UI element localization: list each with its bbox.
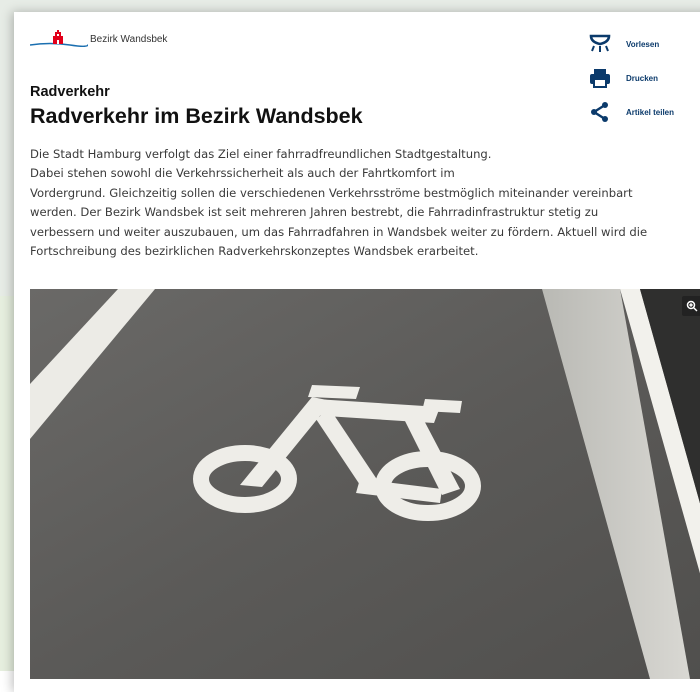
read-aloud-label: Vorlesen: [626, 39, 660, 49]
paragraph-line: Vordergrund. Gleichzeitig sollen die ver…: [30, 185, 633, 200]
bike-lane-photo: [30, 289, 700, 679]
paragraph-line: Fortschreibung des bezirklichen Radverke…: [30, 243, 479, 258]
read-aloud-button[interactable]: Vorlesen: [588, 34, 674, 54]
paragraph-line: Die Stadt Hamburg verfolgt das Ziel eine…: [30, 147, 492, 161]
print-button[interactable]: Drucken: [588, 68, 674, 88]
paragraph-line: verbessern und weiter auszubauen, um das…: [30, 224, 648, 239]
district-logo[interactable]: Bezirk Wandsbek: [30, 30, 167, 48]
article-image[interactable]: [30, 289, 700, 679]
article-actions: Vorlesen Drucken Artikel teilen: [588, 34, 674, 136]
share-button[interactable]: Artikel teilen: [588, 102, 674, 122]
page-background-top: [0, 0, 700, 12]
paragraph-line: Dabei stehen sowohl die Verkehrssicherhe…: [30, 166, 455, 181]
zoom-icon: [686, 300, 698, 312]
print-label: Drucken: [626, 73, 659, 83]
speaker-icon: [588, 34, 614, 54]
share-icon: [588, 102, 614, 122]
article-paragraph: Die Stadt Hamburg verfolgt das Ziel eine…: [30, 145, 700, 261]
share-label: Artikel teilen: [626, 107, 675, 117]
logo-text: Bezirk Wandsbek: [90, 33, 168, 45]
article-title: Radverkehr im Bezirk Wandsbek: [30, 104, 363, 128]
printer-icon: [588, 68, 614, 88]
image-zoom-button[interactable]: [682, 296, 700, 316]
article-kicker: Radverkehr: [30, 84, 110, 100]
paragraph-line: werden. Der Bezirk Wandsbek ist seit meh…: [30, 205, 599, 220]
hamburg-emblem-icon: [30, 30, 88, 47]
